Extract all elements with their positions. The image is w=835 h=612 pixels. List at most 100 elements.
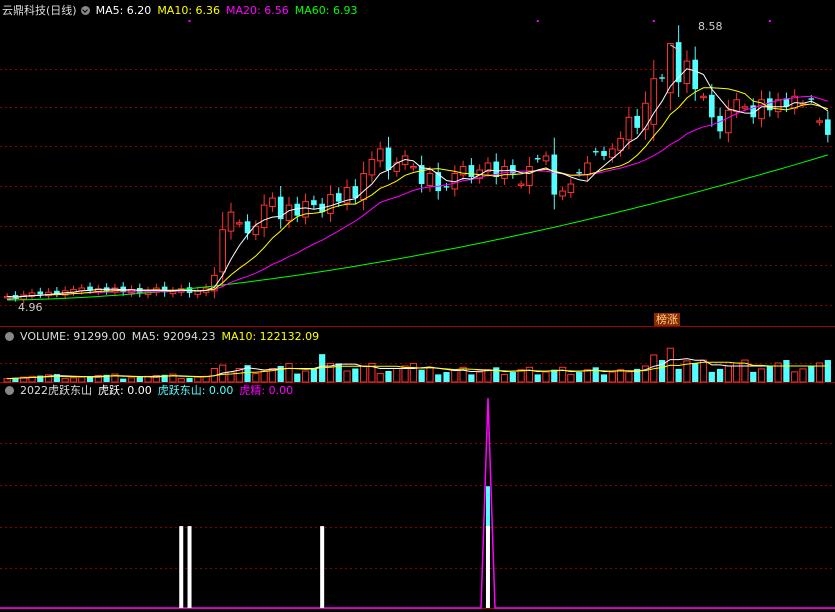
- circle-icon[interactable]: [5, 386, 14, 395]
- volume-bar: [186, 377, 193, 382]
- candle-body: [608, 148, 616, 158]
- volume-bar: [127, 377, 136, 383]
- top-marker: [768, 20, 771, 22]
- low-price-label: 4.96: [18, 301, 43, 314]
- candle-body: [700, 95, 707, 99]
- candle-body: [825, 119, 831, 135]
- circle-icon[interactable]: [5, 332, 14, 341]
- volume-bar: [493, 367, 500, 382]
- volume-ma5-readout: MA5: 92094.23: [131, 330, 216, 343]
- top-marker: [188, 20, 191, 22]
- candle-body: [659, 77, 665, 79]
- volume-bar: [766, 365, 773, 382]
- ma60-line: [7, 154, 829, 301]
- volume-bar: [294, 373, 301, 382]
- candle-body: [559, 190, 566, 197]
- volume-bar: [625, 371, 633, 383]
- top-marker: [536, 20, 539, 22]
- candle-body: [260, 204, 268, 229]
- volume-bar: [310, 368, 317, 382]
- volume-bar: [708, 371, 715, 382]
- volume-bar: [567, 373, 575, 383]
- volume-bar: [352, 368, 359, 382]
- volume-bar: [692, 363, 699, 382]
- candle-body: [683, 60, 691, 85]
- volume-bar: [468, 374, 475, 382]
- candle-body: [551, 154, 558, 195]
- candle-body: [517, 183, 525, 186]
- volume-bar: [592, 367, 599, 382]
- volume-bar: [551, 369, 558, 382]
- indicator-line: [0, 397, 835, 609]
- indicator-title[interactable]: 2022虎跃东山: [20, 384, 92, 397]
- volume-bar: [69, 377, 78, 383]
- volume-bar: [252, 373, 260, 383]
- candle-body: [534, 158, 541, 160]
- volume-bar: [576, 372, 583, 382]
- candle-body: [708, 94, 715, 118]
- candle-body: [385, 147, 392, 170]
- volume-bar: [476, 371, 484, 383]
- low-marker: [7, 297, 20, 300]
- volume-bar: [808, 365, 815, 382]
- volume-bar: [583, 369, 592, 383]
- volume-bar: [724, 365, 732, 383]
- volume-bar: [525, 366, 534, 383]
- volume-panel-header: VOLUME: 91299.00 MA5: 92094.23 MA10: 12213…: [2, 330, 325, 344]
- candle-body: [20, 294, 28, 300]
- candle-body: [741, 106, 749, 109]
- volume-bar: [750, 371, 757, 382]
- candle-body: [311, 200, 317, 206]
- volume-bar: [418, 369, 425, 382]
- candle-body: [376, 148, 384, 162]
- volume-bar: [443, 372, 450, 382]
- volume-bar: [791, 371, 799, 383]
- ma5-line: [7, 68, 829, 298]
- volume-bar: [534, 374, 541, 382]
- ma5-readout: MA5: 6.20: [95, 4, 152, 17]
- volume-bar: [435, 374, 442, 382]
- volume-bar: [509, 372, 516, 382]
- ma10-readout: MA10: 6.36: [157, 4, 221, 17]
- volume-bar: [376, 373, 384, 383]
- volume-bar: [616, 369, 625, 383]
- ma60-readout: MA60: 6.93: [294, 4, 358, 17]
- volume-bar: [360, 365, 368, 383]
- volume-bar: [675, 368, 682, 382]
- indicator-spike-bar: [485, 486, 490, 533]
- volume-bar: [558, 366, 567, 383]
- candle-body: [625, 116, 633, 141]
- candle-body: [617, 137, 624, 151]
- candle-body: [227, 211, 235, 232]
- ma20-readout: MA20: 6.56: [226, 4, 289, 17]
- volume-bar: [500, 373, 509, 383]
- volume-bar: [451, 369, 459, 383]
- candle-body: [725, 109, 732, 134]
- candle-body: [642, 102, 649, 130]
- candle-body: [592, 151, 599, 153]
- status-badge[interactable]: 榜涨: [654, 313, 680, 326]
- candle-body: [410, 165, 417, 169]
- candle-body: [368, 158, 376, 176]
- candle-body: [576, 172, 582, 174]
- candle-body: [675, 42, 682, 83]
- candle-body: [244, 221, 251, 234]
- volume-bar: [757, 368, 766, 383]
- candle-body: [335, 193, 342, 202]
- main-panel-header: 云鼎科技(日线) MA5: 6.20 MA10: 6.36 MA20: 6.56 MA6…: [2, 4, 363, 18]
- candle-body: [360, 173, 367, 201]
- high-price-label: 8.58: [698, 20, 723, 33]
- volume-bar: [484, 369, 492, 383]
- volume-bar: [783, 360, 790, 382]
- volume-bar: [409, 362, 417, 383]
- chevron-down-icon[interactable]: [80, 6, 90, 15]
- volume-bar: [78, 376, 86, 383]
- stock-title[interactable]: 云鼎科技(日线): [2, 4, 77, 17]
- candle-body: [601, 151, 607, 156]
- candle-body: [269, 197, 276, 208]
- volume-bar: [608, 371, 616, 383]
- signal-bar: [485, 526, 490, 608]
- volume-bar: [517, 369, 525, 383]
- volume-bar: [824, 360, 831, 382]
- huyuedongshan-readout: 虎跃东山: 0.00: [157, 384, 234, 397]
